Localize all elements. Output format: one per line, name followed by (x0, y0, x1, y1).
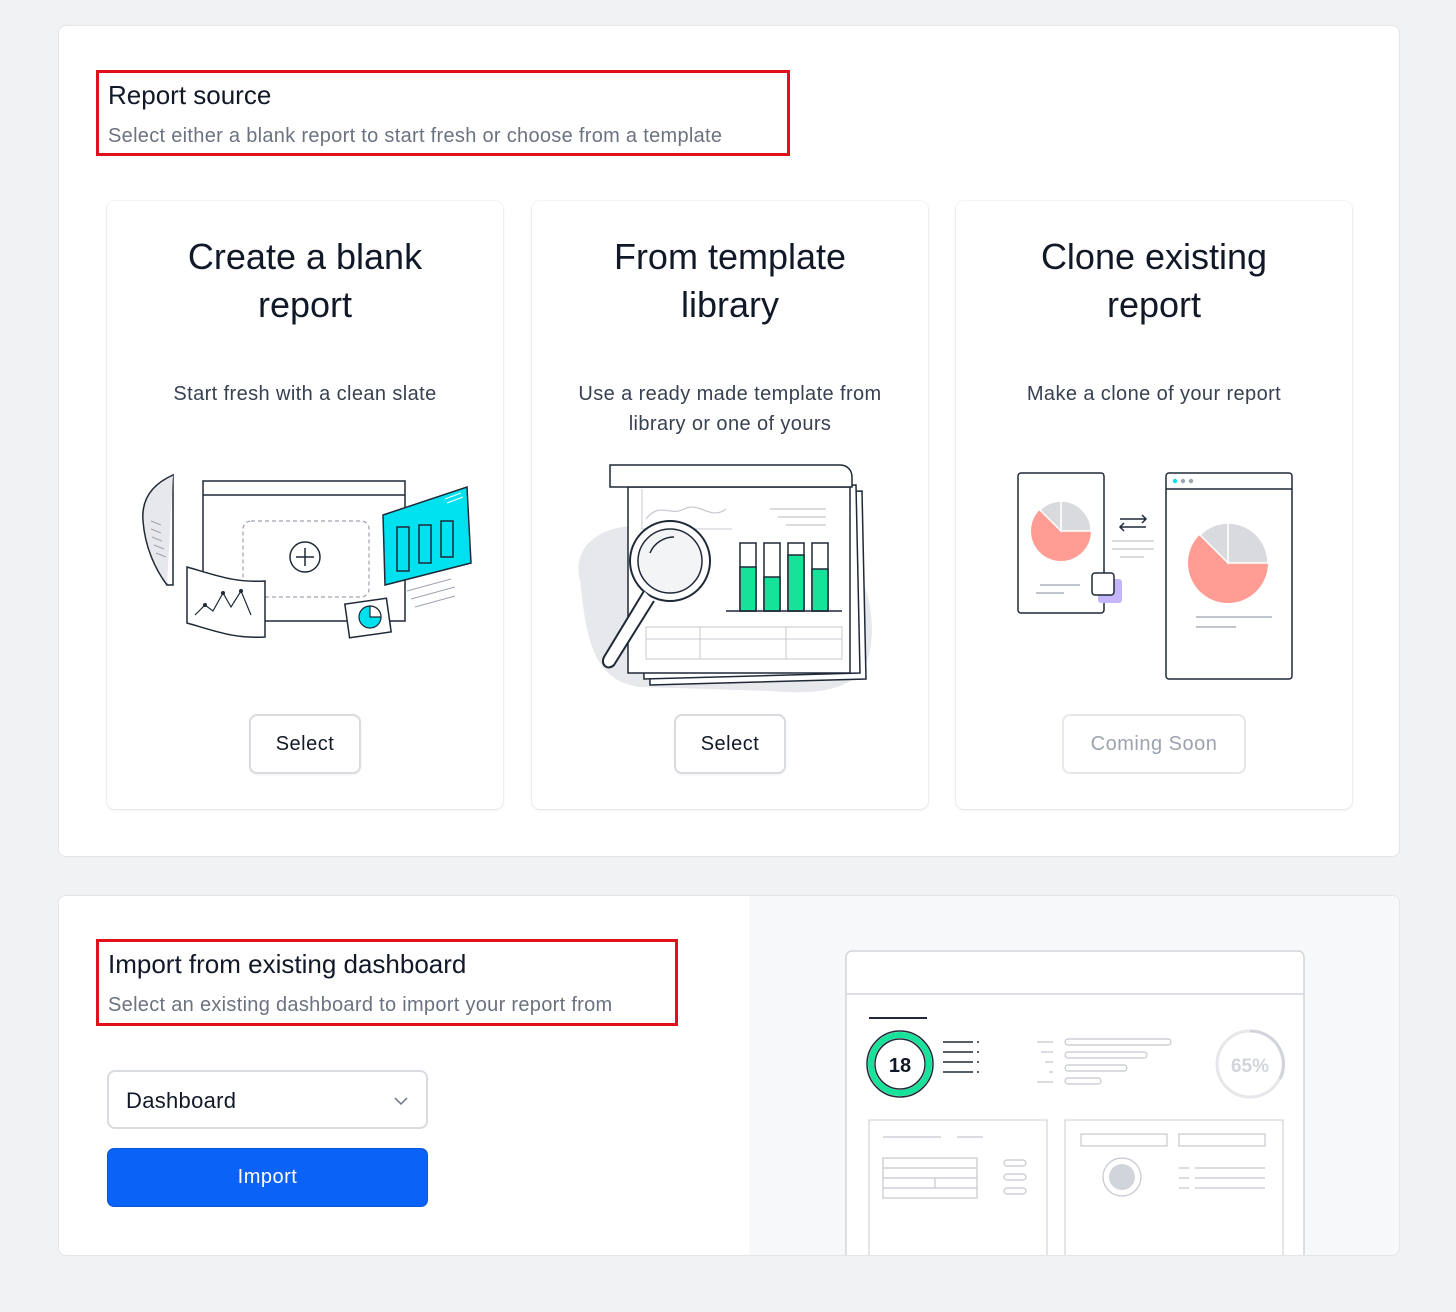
blank-report-card[interactable]: Create a blank report Start fresh with a… (107, 201, 503, 809)
import-subtitle: Select an existing dashboard to import y… (108, 994, 613, 1016)
coming-soon-button: Coming Soon (1062, 714, 1246, 774)
report-source-panel: Report source Select either a blank repo… (58, 25, 1400, 857)
dashboard-select[interactable]: Dashboard (107, 1070, 428, 1129)
import-panel: Import from existing dashboard Select an… (58, 895, 1400, 1256)
clone-report-card: Clone existing report Make a clone of yo… (956, 201, 1352, 809)
dashboard-preview-illustration: 18 65% (845, 950, 1305, 1255)
import-button[interactable]: Import (107, 1148, 428, 1207)
card-title: From template library (613, 236, 847, 325)
import-title: Import from existing dashboard (108, 949, 467, 979)
blank-report-illustration (142, 473, 472, 639)
template-library-card[interactable]: From template library Use a ready made t… (532, 201, 928, 809)
card-description: Start fresh with a clean slate (173, 383, 437, 405)
preview-counter: 18 (889, 1055, 911, 1077)
dashboard-select-value: Dashboard (126, 1088, 237, 1113)
chevron-down-icon (394, 1097, 408, 1106)
card-title: Create a blank report (187, 236, 423, 325)
select-blank-report-button[interactable]: Select (249, 714, 361, 774)
template-library-illustration (578, 464, 872, 693)
dashboard-preview-area: 18 65% (749, 896, 1399, 1255)
report-source-subtitle: Select either a blank report to start fr… (108, 125, 723, 147)
card-title: Clone existing report (1040, 236, 1268, 325)
select-template-button[interactable]: Select (674, 714, 786, 774)
report-source-title: Report source (108, 80, 272, 110)
import-form-area: Import from existing dashboard Select an… (59, 896, 749, 1255)
card-description: Use a ready made template from library o… (578, 383, 882, 435)
card-description: Make a clone of your report (1026, 383, 1282, 405)
preview-percent: 65% (1231, 1056, 1269, 1077)
clone-report-illustration (1017, 472, 1293, 680)
